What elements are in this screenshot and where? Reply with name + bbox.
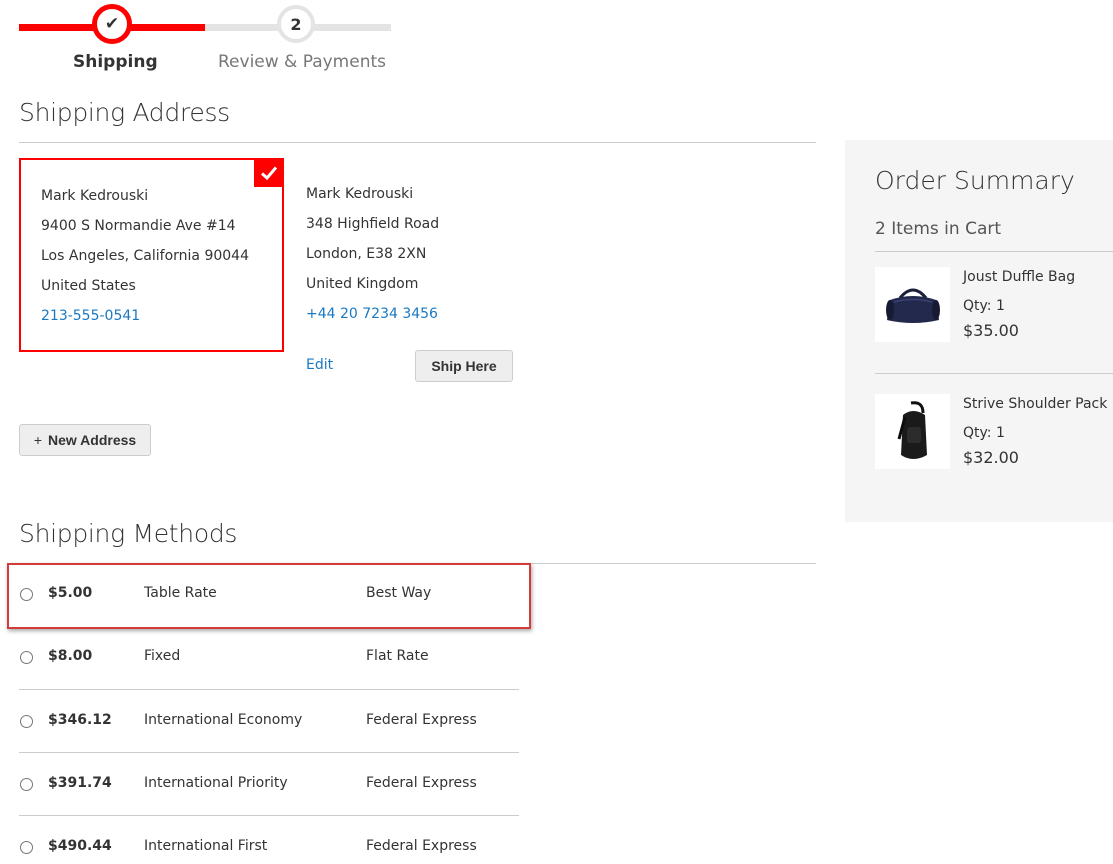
divider: [19, 142, 816, 143]
step-number: 2: [290, 14, 302, 34]
method-price: $346.12: [48, 712, 112, 728]
item-name: Joust Duffle Bag: [963, 269, 1076, 285]
shipping-method-radio[interactable]: [20, 841, 33, 854]
edit-address-link[interactable]: Edit: [306, 357, 333, 373]
address-phone-link[interactable]: 213-555-0541: [41, 301, 282, 331]
item-qty: Qty: 1: [963, 298, 1005, 314]
step-label-review-payments[interactable]: Review & Payments: [218, 52, 386, 72]
method-title: International Economy: [144, 712, 303, 728]
method-title: Table Rate: [144, 585, 217, 601]
address-city: London, E38 2XN: [306, 246, 427, 262]
item-qty: Qty: 1: [963, 425, 1005, 441]
method-title: International Priority: [144, 775, 288, 791]
checkmark-icon: ✔: [100, 12, 124, 36]
item-price: $35.00: [963, 321, 1019, 340]
duffle-bag-icon: [885, 288, 940, 323]
carrier-title: Flat Rate: [366, 648, 429, 664]
address-phone-link[interactable]: +44 20 7234 3456: [306, 299, 566, 329]
method-price: $5.00: [48, 585, 93, 601]
divider: [875, 251, 1113, 252]
items-in-cart-toggle[interactable]: 2 Items in Cart: [875, 219, 1001, 239]
carrier-title: Federal Express: [366, 712, 477, 728]
address-city: Los Angeles, California 90044: [41, 248, 249, 264]
address-name: Mark Kedrouski: [41, 188, 149, 204]
address-street: 9400 S Normandie Ave #14: [41, 218, 236, 234]
ship-here-button[interactable]: Ship Here: [415, 350, 513, 382]
carrier-title: Federal Express: [366, 838, 477, 854]
new-address-label: New Address: [48, 432, 137, 448]
shipping-method-row[interactable]: $346.12 International Economy Federal Ex…: [19, 689, 519, 752]
new-address-button[interactable]: + New Address: [19, 424, 151, 456]
method-price: $391.74: [48, 775, 112, 791]
product-thumbnail-shoulder-pack: [875, 394, 950, 469]
shipping-method-radio[interactable]: [20, 651, 33, 664]
shipping-method-row[interactable]: $391.74 International Priority Federal E…: [19, 752, 519, 815]
order-summary-panel: Order Summary 2 Items in Cart Joust Duff…: [845, 140, 1113, 522]
selected-check-icon: [254, 158, 284, 187]
other-address-card[interactable]: Mark Kedrouski 348 Highfield Road London…: [306, 179, 566, 329]
product-thumbnail-duffle-bag: [875, 267, 950, 342]
method-title: Fixed: [144, 648, 181, 664]
divider: [875, 373, 1113, 374]
step-label-shipping: Shipping: [73, 52, 158, 72]
order-summary-title: Order Summary: [875, 166, 1075, 195]
shipping-methods-title: Shipping Methods: [19, 519, 238, 548]
carrier-title: Federal Express: [366, 775, 477, 791]
shipping-method-radio[interactable]: [20, 715, 33, 728]
plus-icon: +: [33, 432, 42, 448]
shoulder-pack-icon: [897, 400, 927, 459]
step-shipping-indicator: ✔: [92, 4, 132, 44]
address-country: United States: [41, 278, 136, 294]
step-review-indicator: 2: [277, 5, 315, 43]
address-street: 348 Highfield Road: [306, 216, 440, 232]
shipping-method-row[interactable]: $490.44 International First Federal Expr…: [19, 815, 519, 864]
address-name: Mark Kedrouski: [306, 186, 414, 202]
shipping-address-title: Shipping Address: [19, 98, 230, 127]
selected-address-card[interactable]: Mark Kedrouski 9400 S Normandie Ave #14 …: [19, 158, 284, 352]
item-price: $32.00: [963, 448, 1019, 467]
address-country: United Kingdom: [306, 276, 419, 292]
item-name: Strive Shoulder Pack: [963, 396, 1108, 412]
method-price: $490.44: [48, 838, 112, 854]
method-title: International First: [144, 838, 268, 854]
shipping-method-radio[interactable]: [20, 778, 33, 791]
shipping-method-row[interactable]: $8.00 Fixed Flat Rate: [19, 626, 519, 689]
shipping-method-radio[interactable]: [20, 588, 33, 601]
shipping-method-row[interactable]: $5.00 Table Rate Best Way: [19, 563, 519, 626]
carrier-title: Best Way: [366, 585, 432, 601]
method-price: $8.00: [48, 648, 93, 664]
